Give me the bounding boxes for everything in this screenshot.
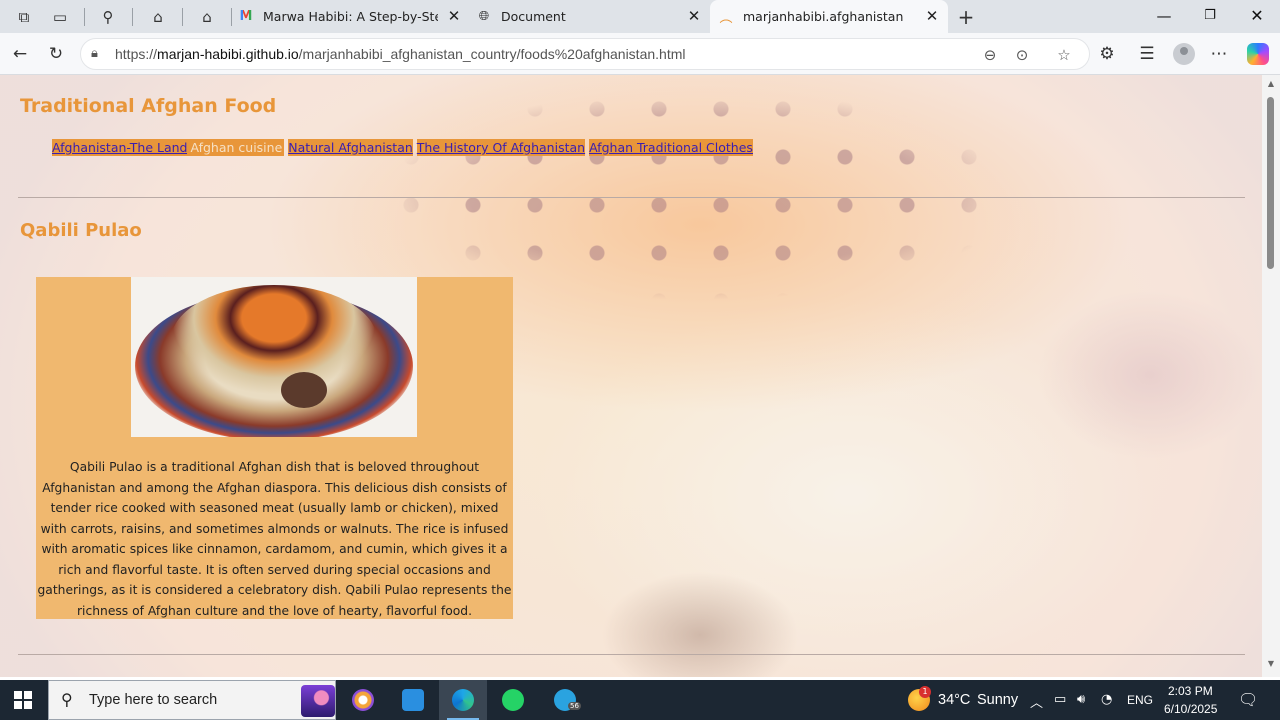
close-window-icon[interactable]: ✕ bbox=[1234, 4, 1280, 28]
minimize-icon[interactable]: — bbox=[1141, 4, 1187, 28]
meat-shape bbox=[281, 372, 327, 408]
tab-title: marjanhabibi.afghanistan bbox=[743, 9, 904, 24]
zoom-icon[interactable]: ⊖ bbox=[979, 44, 1001, 66]
windows-start-icon[interactable] bbox=[14, 691, 32, 709]
nav-menu: Afghanistan-The Land Afghan cuisine Natu… bbox=[52, 139, 753, 156]
copilot-icon[interactable] bbox=[1247, 43, 1269, 65]
nav-link-history-of-afghanistan[interactable]: The History Of Afghanistan bbox=[416, 139, 586, 156]
search-highlight-art[interactable] bbox=[301, 685, 335, 717]
globe-icon: 🌐︎ bbox=[478, 9, 490, 24]
wifi-icon[interactable]: ◔ bbox=[1101, 692, 1112, 707]
page-viewport: Traditional Afghan Food Afghanistan-The … bbox=[0, 75, 1262, 677]
scrollbar-thumb[interactable] bbox=[1267, 97, 1274, 269]
more-options-icon[interactable]: ⋯ bbox=[1207, 42, 1231, 66]
section-heading: Qabili Pulao bbox=[20, 220, 142, 241]
telegram-badge: 56 bbox=[568, 702, 581, 710]
tab-actions-icon[interactable]: ▭ bbox=[50, 7, 70, 27]
nav-link-natural-afghanistan[interactable]: Natural Afghanistan bbox=[288, 139, 413, 156]
page-scrollbar[interactable]: ▲ ▼ bbox=[1262, 75, 1280, 677]
tab-separator bbox=[84, 8, 85, 26]
site-info-icon[interactable]: 🔒︎ bbox=[91, 46, 98, 61]
windows-taskbar: ⚲ Type here to search 56 1 34°C Sunny ︿ … bbox=[0, 680, 1280, 720]
read-aloud-icon[interactable]: ⊙ bbox=[1011, 44, 1033, 66]
nav-link-traditional-clothes[interactable]: Afghan Traditional Clothes bbox=[589, 139, 753, 156]
new-tab-icon[interactable]: + bbox=[956, 7, 976, 27]
food-card: Qabili Pulao is a traditional Afghan dis… bbox=[36, 277, 513, 619]
edge-icon[interactable] bbox=[439, 680, 487, 720]
divider bbox=[18, 654, 1245, 655]
close-tab-icon[interactable]: ✕ bbox=[924, 8, 940, 24]
language-indicator[interactable]: ENG bbox=[1127, 693, 1153, 707]
search-placeholder: Type here to search bbox=[89, 692, 218, 708]
pinned-tab-icon[interactable]: ⌂ bbox=[197, 7, 217, 27]
close-tab-icon[interactable]: ✕ bbox=[446, 8, 462, 24]
gmail-icon: M bbox=[239, 9, 253, 24]
tab-strip: ⧉ ▭ ⚲ ⌂ ⌂ M Marwa Habibi: A Step-by-Step… bbox=[0, 0, 1280, 33]
tab-separator bbox=[231, 8, 232, 26]
browser-toolbar: ← ↻ 🔒︎ https://marjan-habibi.github.io/m… bbox=[0, 33, 1280, 75]
battery-icon[interactable]: ▭ bbox=[1054, 692, 1066, 707]
whatsapp-icon[interactable] bbox=[489, 680, 537, 720]
weather-badge: 1 bbox=[919, 686, 931, 698]
qabili-pulao-image bbox=[131, 277, 417, 437]
pinned-tab-icon[interactable]: ⌂ bbox=[148, 7, 168, 27]
scroll-down-icon[interactable]: ▼ bbox=[1266, 659, 1276, 669]
weather-temp[interactable]: 34°C bbox=[938, 692, 970, 708]
rice-shape bbox=[171, 285, 377, 395]
url-text[interactable]: https://marjan-habibi.github.io/marjanha… bbox=[115, 46, 685, 62]
tab-gmail[interactable]: M Marwa Habibi: A Step-by-Step AI ✕ bbox=[238, 0, 470, 33]
search-icon: ⚲ bbox=[61, 690, 73, 709]
vscode-icon[interactable] bbox=[389, 680, 437, 720]
show-hidden-icons-icon[interactable]: ︿ bbox=[1030, 692, 1043, 711]
nav-item-afghan-cuisine: Afghan cuisine bbox=[187, 139, 285, 156]
taskbar-search[interactable]: ⚲ Type here to search bbox=[48, 680, 336, 720]
tab-title: Marwa Habibi: A Step-by-Step AI bbox=[263, 9, 438, 24]
tab-title: Document bbox=[501, 9, 566, 24]
divider bbox=[18, 197, 1245, 198]
workspaces-icon[interactable]: ⧉ bbox=[14, 7, 34, 27]
address-bar[interactable]: 🔒︎ https://marjan-habibi.github.io/marja… bbox=[80, 38, 1090, 70]
tab-document[interactable]: 🌐︎ Document ✕ bbox=[476, 0, 710, 33]
pinned-tab-icon[interactable]: ⚲ bbox=[98, 7, 118, 27]
tab-separator bbox=[182, 8, 183, 26]
food-description: Qabili Pulao is a traditional Afghan dis… bbox=[37, 460, 512, 618]
site-icon: ︵ bbox=[719, 11, 733, 26]
notifications-icon[interactable]: 🗨︎ bbox=[1238, 690, 1258, 709]
close-tab-icon[interactable]: ✕ bbox=[686, 8, 702, 24]
volume-icon[interactable]: 🔊︎ bbox=[1077, 692, 1085, 707]
favorites-icon[interactable]: ☰ bbox=[1135, 42, 1159, 66]
favorite-star-icon[interactable]: ☆ bbox=[1053, 44, 1075, 66]
tab-separator bbox=[132, 8, 133, 26]
weather-condition[interactable]: Sunny bbox=[977, 692, 1018, 708]
page-title: Traditional Afghan Food bbox=[20, 95, 277, 117]
brave-icon[interactable] bbox=[339, 680, 387, 720]
clock-time[interactable]: 2:03 PM bbox=[1168, 684, 1213, 698]
back-icon[interactable]: ← bbox=[8, 42, 32, 66]
reload-icon[interactable]: ↻ bbox=[44, 42, 68, 66]
scroll-up-icon[interactable]: ▲ bbox=[1266, 79, 1276, 89]
extensions-icon[interactable]: ⚙ bbox=[1095, 42, 1119, 66]
tab-marjanhabibi[interactable]: ︵ marjanhabibi.afghanistan ✕ bbox=[710, 0, 948, 33]
telegram-icon[interactable]: 56 bbox=[541, 680, 589, 720]
nav-link-afghanistan-the-land[interactable]: Afghanistan-The Land bbox=[52, 139, 188, 156]
profile-avatar[interactable] bbox=[1173, 43, 1195, 65]
clock-date[interactable]: 6/10/2025 bbox=[1164, 702, 1217, 716]
restore-icon[interactable]: ❐ bbox=[1187, 4, 1233, 28]
